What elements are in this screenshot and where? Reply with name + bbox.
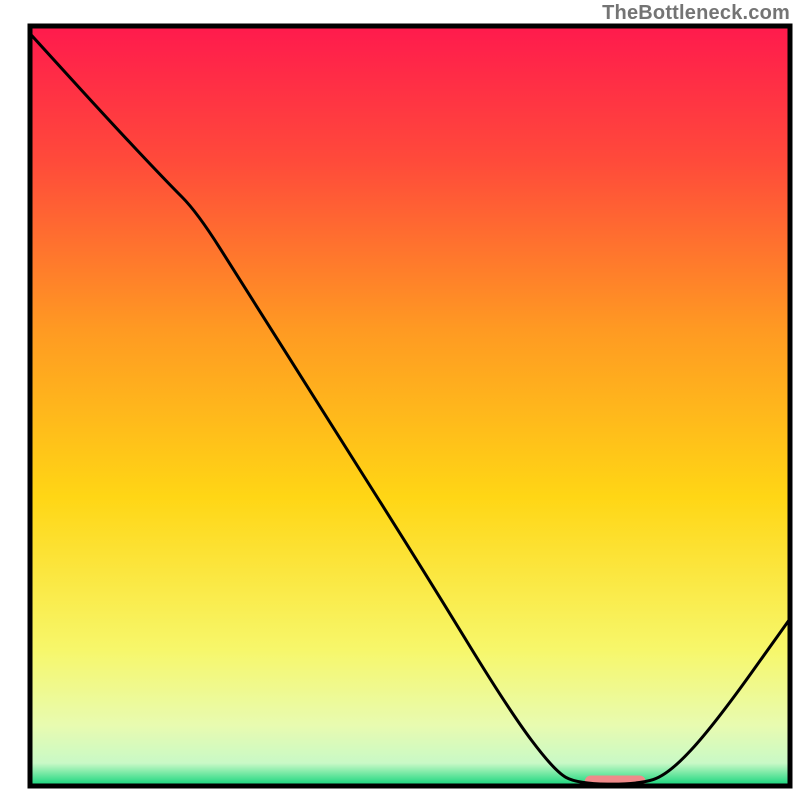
chart-container: TheBottleneck.com bbox=[0, 0, 800, 800]
bottleneck-chart bbox=[0, 0, 800, 800]
watermark-text: TheBottleneck.com bbox=[602, 2, 790, 25]
